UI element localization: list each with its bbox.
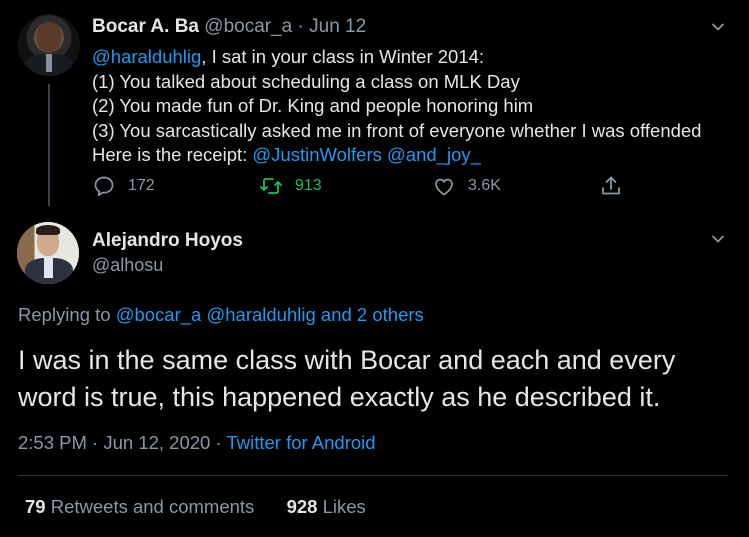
reply-icon	[92, 174, 116, 198]
retweet-icon	[259, 174, 283, 198]
tweet-text-line: I was in the same class with Bocar and e…	[18, 345, 676, 375]
avatar[interactable]	[18, 14, 80, 76]
share-button[interactable]	[599, 172, 635, 200]
likes-label: Likes	[317, 496, 366, 517]
replying-to-label: Replying to	[18, 304, 116, 325]
reply-button[interactable]: 172	[92, 172, 155, 200]
tweet-time[interactable]: 2:53 PM	[18, 432, 87, 453]
likes-count: 928	[286, 496, 318, 517]
likes-stat[interactable]: 928 Likes	[287, 496, 366, 517]
author-name[interactable]: Bocar A. Ba	[92, 16, 199, 37]
retweets-label: Retweets and comments	[45, 496, 255, 517]
retweet-button[interactable]: 913	[259, 172, 322, 200]
mention-link[interactable]: @haralduhlig	[92, 46, 201, 67]
replying-to-links[interactable]: @bocar_a @haralduhlig and 2 others	[116, 304, 424, 325]
tweet-text-line: @haralduhlig, I sat in your class in Win…	[92, 45, 701, 70]
tweet-text-segment: Here is the receipt:	[92, 144, 253, 165]
retweets-stat[interactable]: 79 Retweets and comments	[25, 496, 254, 517]
thread-connector-line	[48, 84, 50, 206]
tweet-text: @haralduhlig, I sat in your class in Win…	[92, 45, 701, 168]
like-button[interactable]: 3.6K	[432, 172, 501, 200]
tweet-text-line: (1) You talked about scheduling a class …	[92, 70, 520, 92]
tweet-date[interactable]: Jun 12	[309, 16, 366, 37]
meta-separator: ·	[86, 432, 104, 453]
separator-dot: ·	[297, 16, 304, 37]
share-icon	[599, 174, 623, 198]
tweet-text-line: Here is the receipt: @JustinWolfers @and…	[92, 143, 701, 168]
retweets-count: 79	[25, 496, 46, 517]
retweet-count: 913	[295, 177, 322, 194]
tweet-text-segment: , I sat in your class in Winter 2014:	[201, 46, 485, 67]
tweet-text-line: word is true, this happened exactly as h…	[18, 382, 661, 412]
tweet-text-line: (3) You sarcastically asked me in front …	[92, 119, 702, 141]
reply-count: 172	[128, 177, 155, 194]
replying-to: Replying to @bocar_a @haralduhlig and 2 …	[18, 304, 424, 326]
tweet-text: I was in the same class with Bocar and e…	[18, 342, 733, 416]
tweet-actions: 172 913 3.6K	[92, 172, 652, 200]
like-count: 3.6K	[468, 177, 501, 194]
author-handle[interactable]: @alhosu	[92, 255, 163, 276]
mention-link[interactable]: @and_joy_	[387, 144, 481, 165]
divider	[18, 475, 728, 476]
tweet-meta: 2:53 PM · Jun 12, 2020 · Twitter for And…	[18, 432, 376, 454]
parent-tweet[interactable]: Bocar A. Ba @bocar_a · Jun 12 @haralduhl…	[0, 0, 749, 212]
tweet-source-link[interactable]: Twitter for Android	[226, 432, 375, 453]
tweet-header: Bocar A. Ba @bocar_a · Jun 12	[92, 16, 366, 38]
meta-separator: ·	[210, 432, 227, 453]
like-icon	[432, 174, 456, 198]
tweet-text-line: (2) You made fun of Dr. King and people …	[92, 95, 534, 116]
author-handle[interactable]: @bocar_a	[204, 16, 292, 37]
tweet-date[interactable]: Jun 12, 2020	[103, 432, 210, 453]
chevron-down-icon[interactable]	[711, 232, 725, 246]
mention-link[interactable]: @JustinWolfers	[252, 144, 381, 165]
author-name[interactable]: Alejandro Hoyos	[92, 230, 243, 252]
tweet-stats: 79 Retweets and comments 928 Likes	[25, 496, 366, 518]
avatar[interactable]	[17, 222, 79, 284]
chevron-down-icon[interactable]	[711, 20, 725, 34]
